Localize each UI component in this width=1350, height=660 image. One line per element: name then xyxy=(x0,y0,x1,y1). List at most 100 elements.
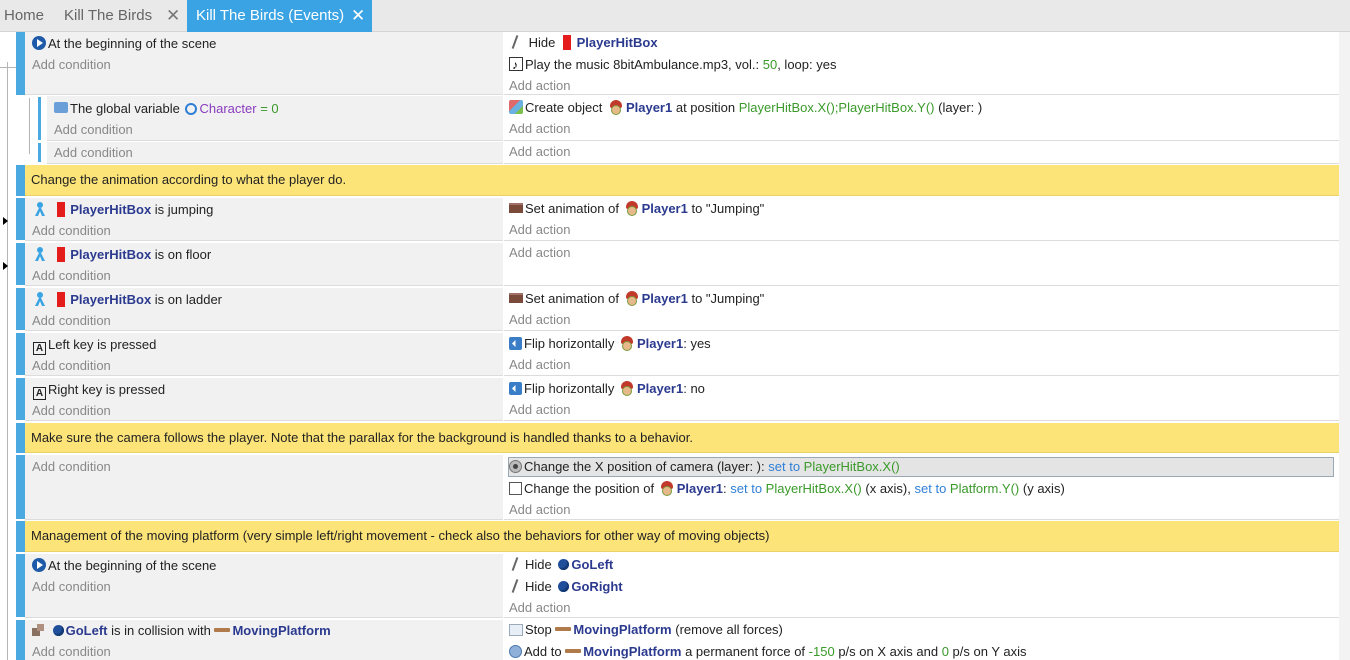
action[interactable]: Hide GoRight xyxy=(509,577,623,597)
collapse-marker-icon[interactable] xyxy=(3,217,8,225)
event-bar xyxy=(16,620,25,660)
comment-row[interactable]: Management of the moving platform (very … xyxy=(25,521,1339,552)
player-hitbox-icon xyxy=(56,292,65,307)
collapse-marker-icon[interactable] xyxy=(3,262,8,270)
comment-text: Change the animation according to what t… xyxy=(31,172,347,187)
event-bar xyxy=(38,143,41,162)
add-action-link[interactable]: Add action xyxy=(509,119,570,139)
action[interactable]: Set animation of Player1 to "Jumping" xyxy=(509,199,764,219)
actions-area xyxy=(504,142,1339,164)
add-condition-link[interactable]: Add condition xyxy=(32,577,111,597)
event-bar xyxy=(16,554,25,617)
flip-icon xyxy=(509,337,522,350)
action[interactable]: Add to MovingPlatform a permanent force … xyxy=(509,642,1027,660)
action[interactable]: Set animation of Player1 to "Jumping" xyxy=(509,289,764,309)
condition[interactable]: The global variable Character = 0 xyxy=(54,99,279,119)
add-condition-link[interactable]: Add condition xyxy=(32,401,111,421)
add-condition-link[interactable]: Add condition xyxy=(54,143,133,163)
create-object-icon xyxy=(509,100,523,114)
add-condition-link[interactable]: Add condition xyxy=(32,457,111,477)
action[interactable]: Flip horizontally Player1: yes xyxy=(509,334,711,354)
condition[interactable]: PlayerHitBox is on floor xyxy=(34,245,211,265)
action[interactable]: Play the music 8bitAmbulance.mp3, vol.: … xyxy=(509,55,836,75)
comment-row[interactable]: Change the animation according to what t… xyxy=(25,165,1339,196)
action[interactable]: Flip horizontally Player1: no xyxy=(509,379,705,399)
tab-home[interactable]: Home xyxy=(0,0,58,32)
add-action-link[interactable]: Add action xyxy=(509,598,570,618)
platformer-icon xyxy=(34,292,47,306)
condition[interactable]: At the beginning of the scene xyxy=(32,556,216,576)
add-action-link[interactable]: Add action xyxy=(509,142,570,162)
collision-icon xyxy=(32,624,45,637)
add-action-link[interactable]: Add action xyxy=(509,243,570,263)
add-condition-link[interactable]: Add condition xyxy=(54,120,133,140)
vertical-scrollbar[interactable] xyxy=(1339,32,1350,660)
add-action-link[interactable]: Add action xyxy=(509,310,570,330)
moving-platform-icon xyxy=(565,649,582,653)
condition[interactable]: PlayerHitBox is jumping xyxy=(34,200,213,220)
animation-icon xyxy=(509,293,523,303)
add-condition-link[interactable]: Add condition xyxy=(32,311,111,331)
comment-text: Make sure the camera follows the player.… xyxy=(31,430,693,445)
go-left-object-icon xyxy=(52,625,64,636)
player-hitbox-icon xyxy=(563,35,571,50)
condition[interactable]: PlayerHitBox is on ladder xyxy=(34,290,222,310)
close-tab-icon[interactable]: ✕ xyxy=(351,0,365,32)
condition[interactable]: A Right key is pressed xyxy=(33,380,165,400)
add-action-link[interactable]: Add action xyxy=(509,76,570,96)
event-bar xyxy=(38,97,41,140)
position-icon xyxy=(509,482,522,495)
add-condition-link[interactable]: Add condition xyxy=(32,221,111,241)
animation-icon xyxy=(509,203,523,213)
action[interactable]: Stop MovingPlatform (remove all forces) xyxy=(509,620,783,640)
action[interactable]: Hide PlayerHitBox xyxy=(509,33,658,53)
player-sprite-icon xyxy=(659,481,675,495)
event-bar xyxy=(16,378,25,420)
event-bar xyxy=(16,198,25,240)
event-bar xyxy=(16,333,25,375)
action[interactable]: Change the position of Player1: set to P… xyxy=(509,479,1065,499)
event-bar xyxy=(16,455,25,519)
add-condition-link[interactable]: Add condition xyxy=(32,356,111,376)
add-condition-link[interactable]: Add condition xyxy=(32,266,111,286)
go-right-object-icon xyxy=(558,581,570,592)
music-icon xyxy=(509,55,523,75)
condition[interactable]: GoLeft is in collision with MovingPlatfo… xyxy=(32,621,331,641)
comment-text: Management of the moving platform (very … xyxy=(31,528,770,543)
event-bar xyxy=(16,521,25,552)
moving-platform-icon xyxy=(555,627,572,631)
tab-kill-the-birds-events[interactable]: Kill The Birds (Events) ✕ xyxy=(187,0,372,32)
event-bar xyxy=(16,423,25,453)
close-tab-icon[interactable]: ✕ xyxy=(166,0,180,32)
hide-icon xyxy=(509,557,523,571)
variable-icon xyxy=(54,102,68,113)
keyboard-icon: A xyxy=(33,342,46,355)
add-action-link[interactable]: Add action xyxy=(509,355,570,375)
event-bar xyxy=(16,32,25,95)
events-sheet: At the beginning of the scene Add condit… xyxy=(0,32,1350,660)
add-condition-link[interactable]: Add condition xyxy=(32,642,111,660)
action[interactable]: Create object Player1 at position Player… xyxy=(509,98,982,118)
event-bar xyxy=(16,165,25,196)
hide-icon xyxy=(509,579,523,593)
tree-line xyxy=(0,67,16,68)
event-bar xyxy=(16,288,25,330)
player-sprite-icon xyxy=(608,100,624,114)
action[interactable]: Change the X position of camera (layer: … xyxy=(509,457,900,477)
action[interactable]: Hide GoLeft xyxy=(509,555,613,575)
tab-kill-the-birds[interactable]: Kill The Birds ✕ xyxy=(60,0,187,32)
actions-area xyxy=(504,554,1339,618)
add-action-link[interactable]: Add action xyxy=(509,500,570,520)
condition[interactable]: At the beginning of the scene xyxy=(32,34,216,54)
add-condition-link[interactable]: Add condition xyxy=(32,55,111,75)
tab-bar: Home Kill The Birds ✕ Kill The Birds (Ev… xyxy=(0,0,1350,32)
condition[interactable]: A Left key is pressed xyxy=(33,335,156,355)
add-action-link[interactable]: Add action xyxy=(509,220,570,240)
tree-line xyxy=(7,62,8,660)
player-sprite-icon xyxy=(624,291,640,305)
actions-area xyxy=(504,243,1339,286)
platformer-icon xyxy=(34,202,47,216)
comment-row[interactable]: Make sure the camera follows the player.… xyxy=(25,423,1339,453)
add-action-link[interactable]: Add action xyxy=(509,400,570,420)
event-bar xyxy=(16,243,25,285)
